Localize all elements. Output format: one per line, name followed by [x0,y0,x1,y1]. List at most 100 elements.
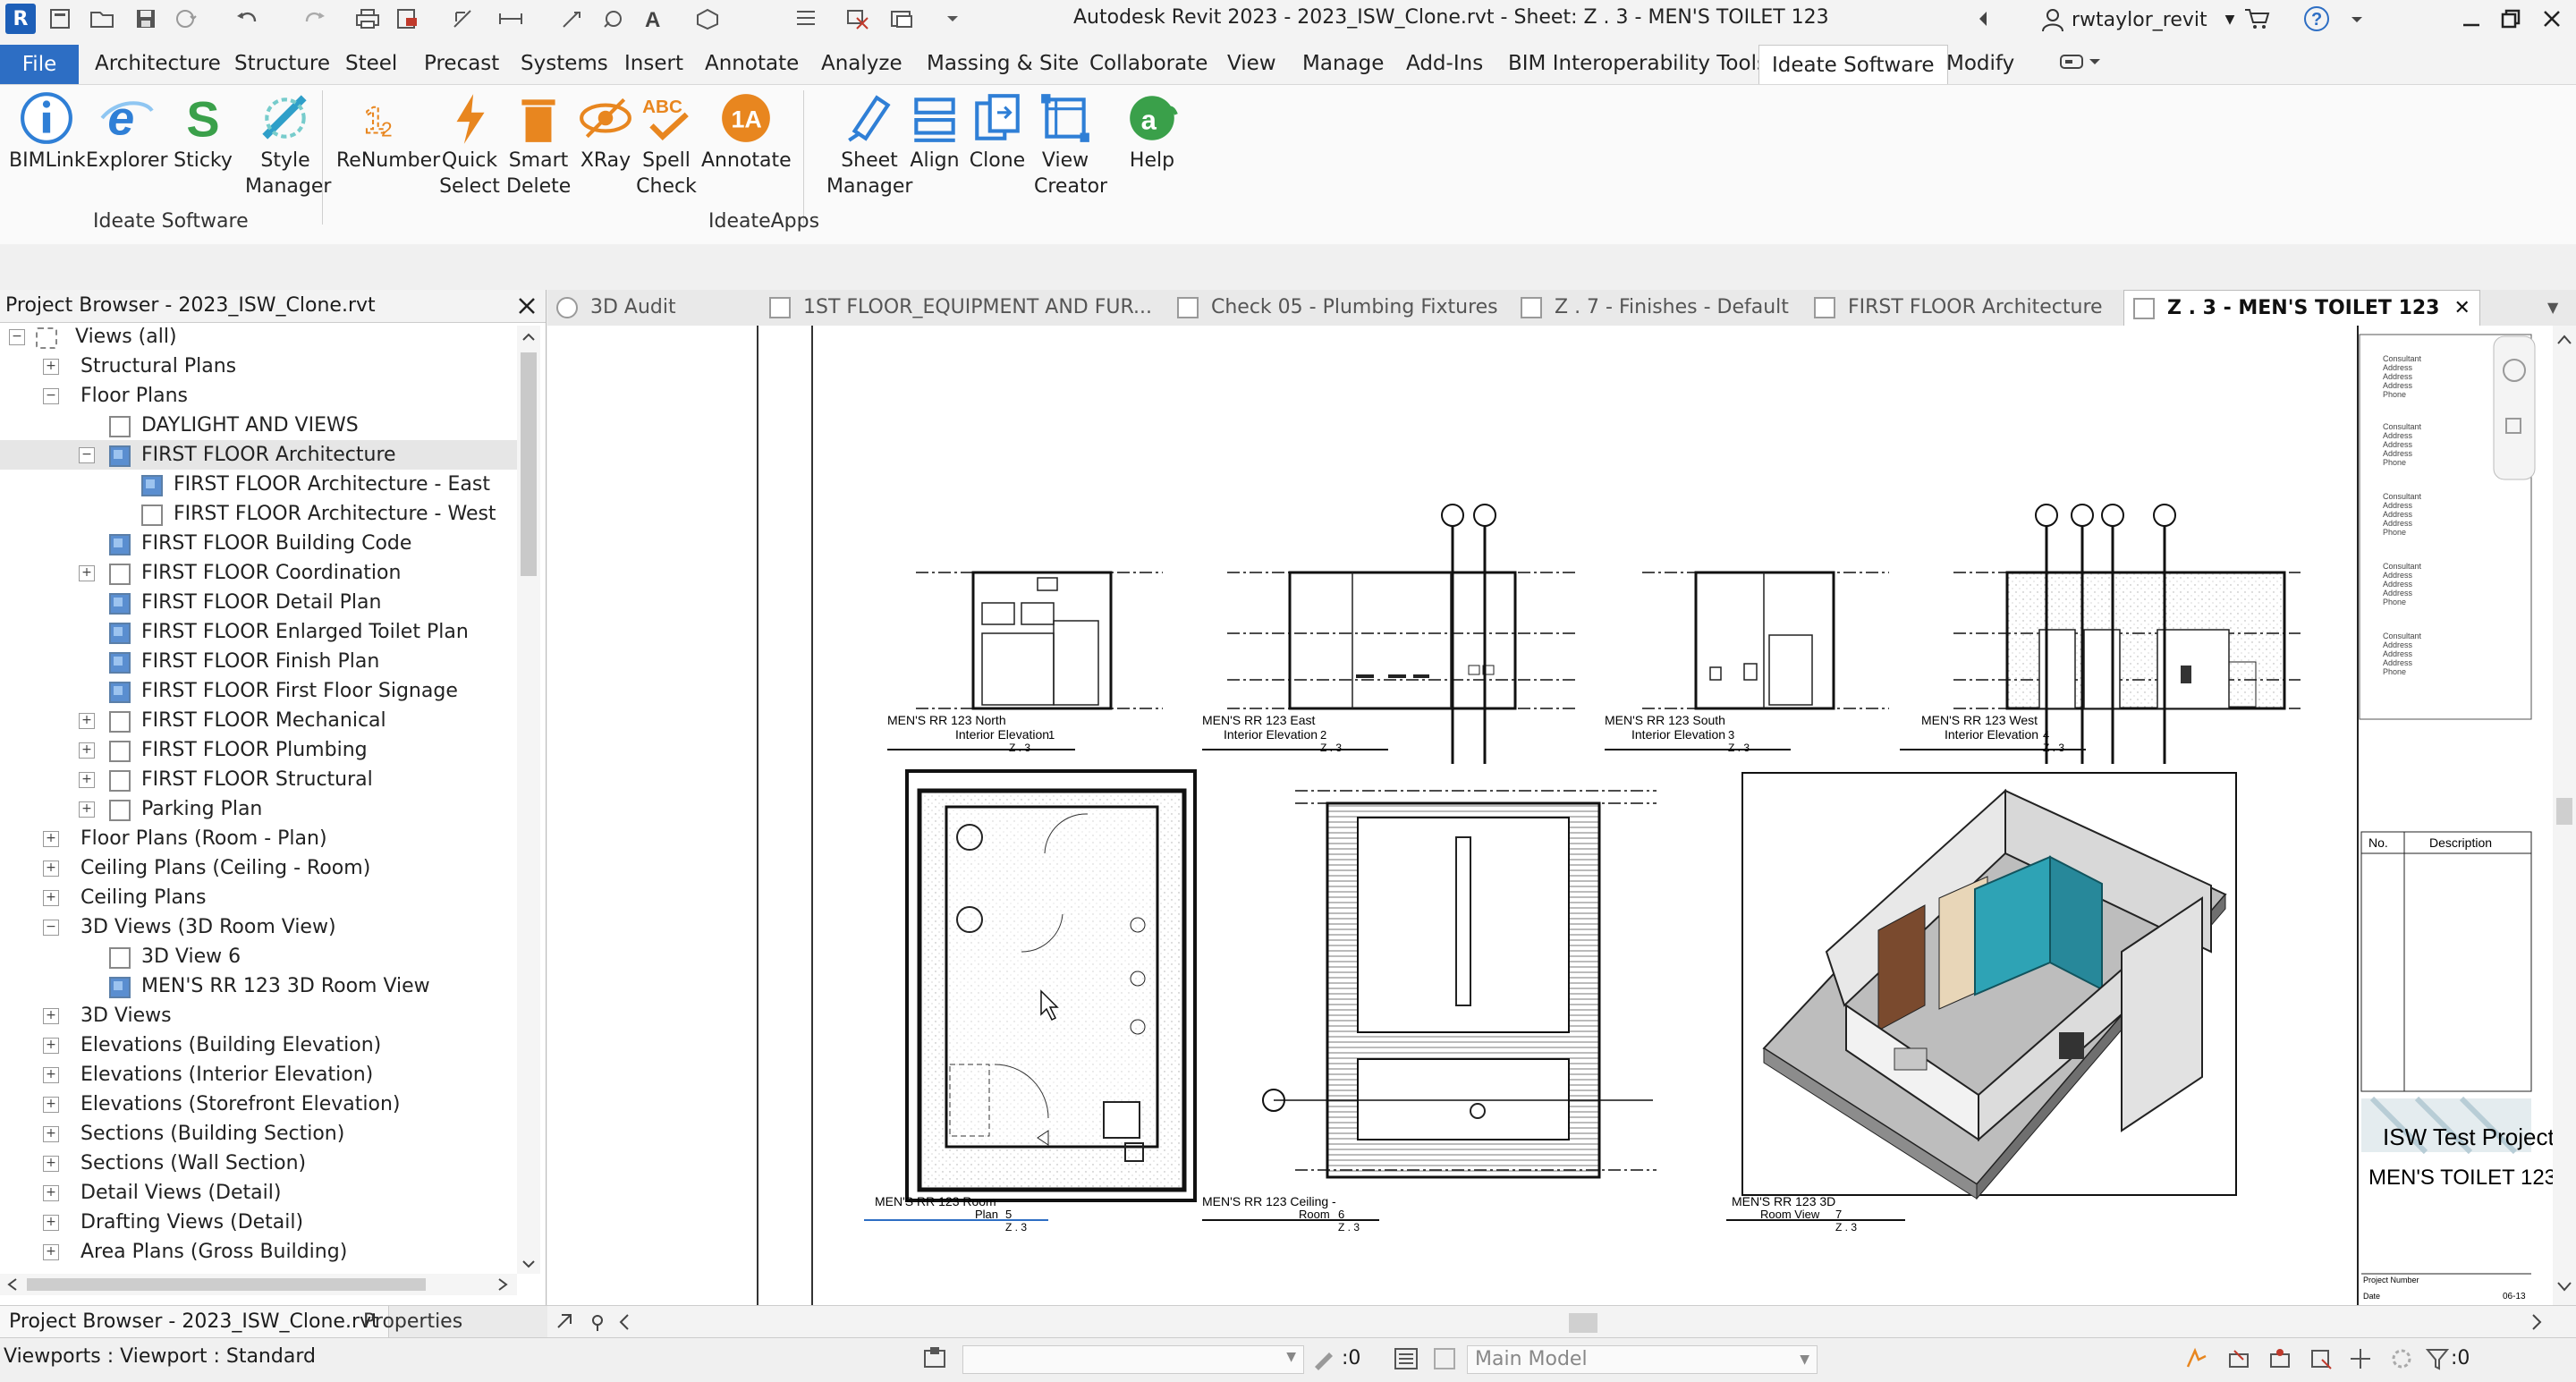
tag-icon[interactable] [560,5,587,32]
sheet-manager-button[interactable]: Sheet Manager [826,90,912,199]
browser-tree-item[interactable]: DAYLIGHT AND VIEWS [0,411,517,440]
smart-delete-button[interactable]: Smart Delete [506,90,571,199]
close-hidden-windows-icon[interactable] [844,5,871,32]
expand-icon[interactable]: + [43,359,59,375]
tab-bim-interoperability[interactable]: BIM Interoperability Tools [1508,47,1767,81]
select-underlay-icon[interactable] [2225,1345,2252,1376]
tab-ideate-software[interactable]: Ideate Software [1758,45,1948,85]
browser-tree-item[interactable]: FIRST FLOOR Finish Plan [0,647,517,676]
annotate-button[interactable]: 1A Annotate [701,90,792,174]
tab-systems[interactable]: Systems [521,47,608,81]
scale-icon[interactable] [557,1314,572,1328]
tab-overflow-icon[interactable]: ▼ [2547,290,2558,326]
tab-analyze[interactable]: Analyze [821,47,902,81]
default-3d-view-icon[interactable] [694,5,721,32]
chevron-left-icon[interactable] [1970,5,1996,32]
tab-massing-site[interactable]: Massing & Site [927,47,1079,81]
browser-tree-item[interactable]: + Structural Plans [0,352,517,381]
close-tab-icon[interactable]: ✕ [2454,297,2470,319]
editable-only-icon[interactable] [1311,1345,1338,1376]
north-elevation[interactable] [916,571,1163,710]
expand-icon[interactable]: + [43,1126,59,1142]
tab-modify[interactable]: Modify [1946,47,2014,81]
browser-hscroll[interactable] [0,1274,517,1295]
tab-properties[interactable]: Properties [354,1306,471,1338]
workset-dropdown[interactable]: ▼ [962,1345,1304,1374]
browser-tree-item[interactable]: + Elevations (Storefront Elevation) [0,1089,517,1119]
expand-icon[interactable]: + [43,1097,59,1113]
expand-icon[interactable]: + [79,713,95,729]
view-tab-3d-audit[interactable]: 3D Audit [556,290,676,326]
view-tab-mens-toilet-sheet[interactable]: Z . 3 - MEN'S TOILET 123 ✕ [2123,290,2480,326]
south-elevation[interactable] [1642,571,1889,710]
restore-icon[interactable] [2497,5,2524,32]
expand-icon[interactable]: + [43,890,59,906]
view-creator-button[interactable]: View Creator [1034,90,1107,199]
expand-icon[interactable]: + [43,1067,59,1083]
browser-tree-item[interactable]: +3D Views [0,1001,517,1030]
filter-icon[interactable] [2424,1345,2451,1376]
browser-tree-item[interactable]: − 3D Views (3D Room View) [0,912,517,942]
revit-logo[interactable]: R [5,4,36,34]
browser-tree-item[interactable]: + Ceiling Plans [0,883,517,912]
tab-architecture[interactable]: Architecture [95,47,221,81]
collapse-icon[interactable]: − [79,447,95,463]
switch-windows-icon[interactable] [889,5,916,32]
tab-insert[interactable]: Insert [624,47,683,81]
collapse-icon[interactable]: − [43,388,59,404]
browser-tree-item[interactable]: + Elevations (Building Elevation) [0,1030,517,1060]
expand-icon[interactable]: + [43,1215,59,1231]
view-tab-check-plumbing[interactable]: Check 05 - Plumbing Fixtures [1177,290,1498,326]
home-icon[interactable] [47,5,73,32]
collapse-icon[interactable]: − [43,920,59,936]
user-account[interactable]: rwtaylor_revit ▼ [2039,0,2234,39]
expand-icon[interactable]: + [79,772,95,788]
browser-tree-item[interactable]: + Sections (Building Section) [0,1119,517,1149]
help-button[interactable]: a Help [1123,90,1181,174]
sticky-button[interactable]: S Sticky [174,90,233,174]
save-icon[interactable] [132,5,159,32]
quick-select-button[interactable]: Quick Select [438,90,501,199]
browser-tree-item[interactable]: + FIRST FLOOR Mechanical [0,706,517,735]
select-by-face-icon[interactable] [2308,1345,2334,1376]
expand-icon[interactable]: + [43,831,59,847]
tag-by-category-icon[interactable] [601,5,628,32]
tab-manage[interactable]: Manage [1302,47,1384,81]
browser-tree-item[interactable]: FIRST FLOOR Enlarged Toilet Plan [0,617,517,647]
browser-tree-item[interactable]: + FIRST FLOOR Structural [0,765,517,794]
navigation-bar[interactable] [2493,335,2536,480]
browser-tree-item[interactable]: 3D View 6 [0,942,517,971]
expand-icon[interactable]: + [43,1156,59,1172]
browser-tree-item[interactable]: + FIRST FLOOR Plumbing [0,735,517,765]
help-question-icon[interactable]: ? [2302,5,2329,32]
browser-tree-item[interactable]: FIRST FLOOR First Floor Signage [0,676,517,706]
expand-icon[interactable]: + [43,861,59,877]
tab-add-ins[interactable]: Add-Ins [1406,47,1483,81]
close-browser-icon[interactable] [515,292,538,329]
view-tab-finishes[interactable]: Z . 7 - Finishes - Default [1521,290,1789,326]
browser-tree-item[interactable]: FIRST FLOOR Building Code [0,529,517,558]
file-tab[interactable]: File [0,45,79,84]
canvas-hscroll-thumb[interactable] [1569,1313,1597,1333]
help-dropdown-icon[interactable] [2343,5,2370,32]
tab-view[interactable]: View [1227,47,1276,81]
customize-toolbar-icon[interactable] [939,5,966,32]
expand-icon[interactable]: + [79,801,95,818]
expand-icon[interactable]: + [79,565,95,581]
bimlink-button[interactable]: BIMLink [9,90,86,174]
minimize-icon[interactable] [2458,5,2485,32]
style-manager-button[interactable]: Style Manager [245,90,331,199]
explorer-button[interactable]: e Explorer [86,90,168,174]
browser-tree-item[interactable]: − Views (all) [0,322,517,352]
export-pdf-icon[interactable] [394,5,420,32]
room-plan-viewport[interactable] [905,769,1197,1202]
chevron-down-icon[interactable]: ▼ [2225,13,2235,27]
print-icon[interactable] [354,5,381,32]
expand-icon[interactable]: + [79,742,95,759]
aligned-dimension-icon[interactable] [497,5,524,32]
open-icon[interactable] [89,5,116,32]
expand-icon[interactable]: + [43,1244,59,1260]
xray-button[interactable]: XRay [578,90,633,174]
close-icon[interactable] [2538,5,2565,32]
browser-tree-item[interactable]: − Floor Plans [0,381,517,411]
